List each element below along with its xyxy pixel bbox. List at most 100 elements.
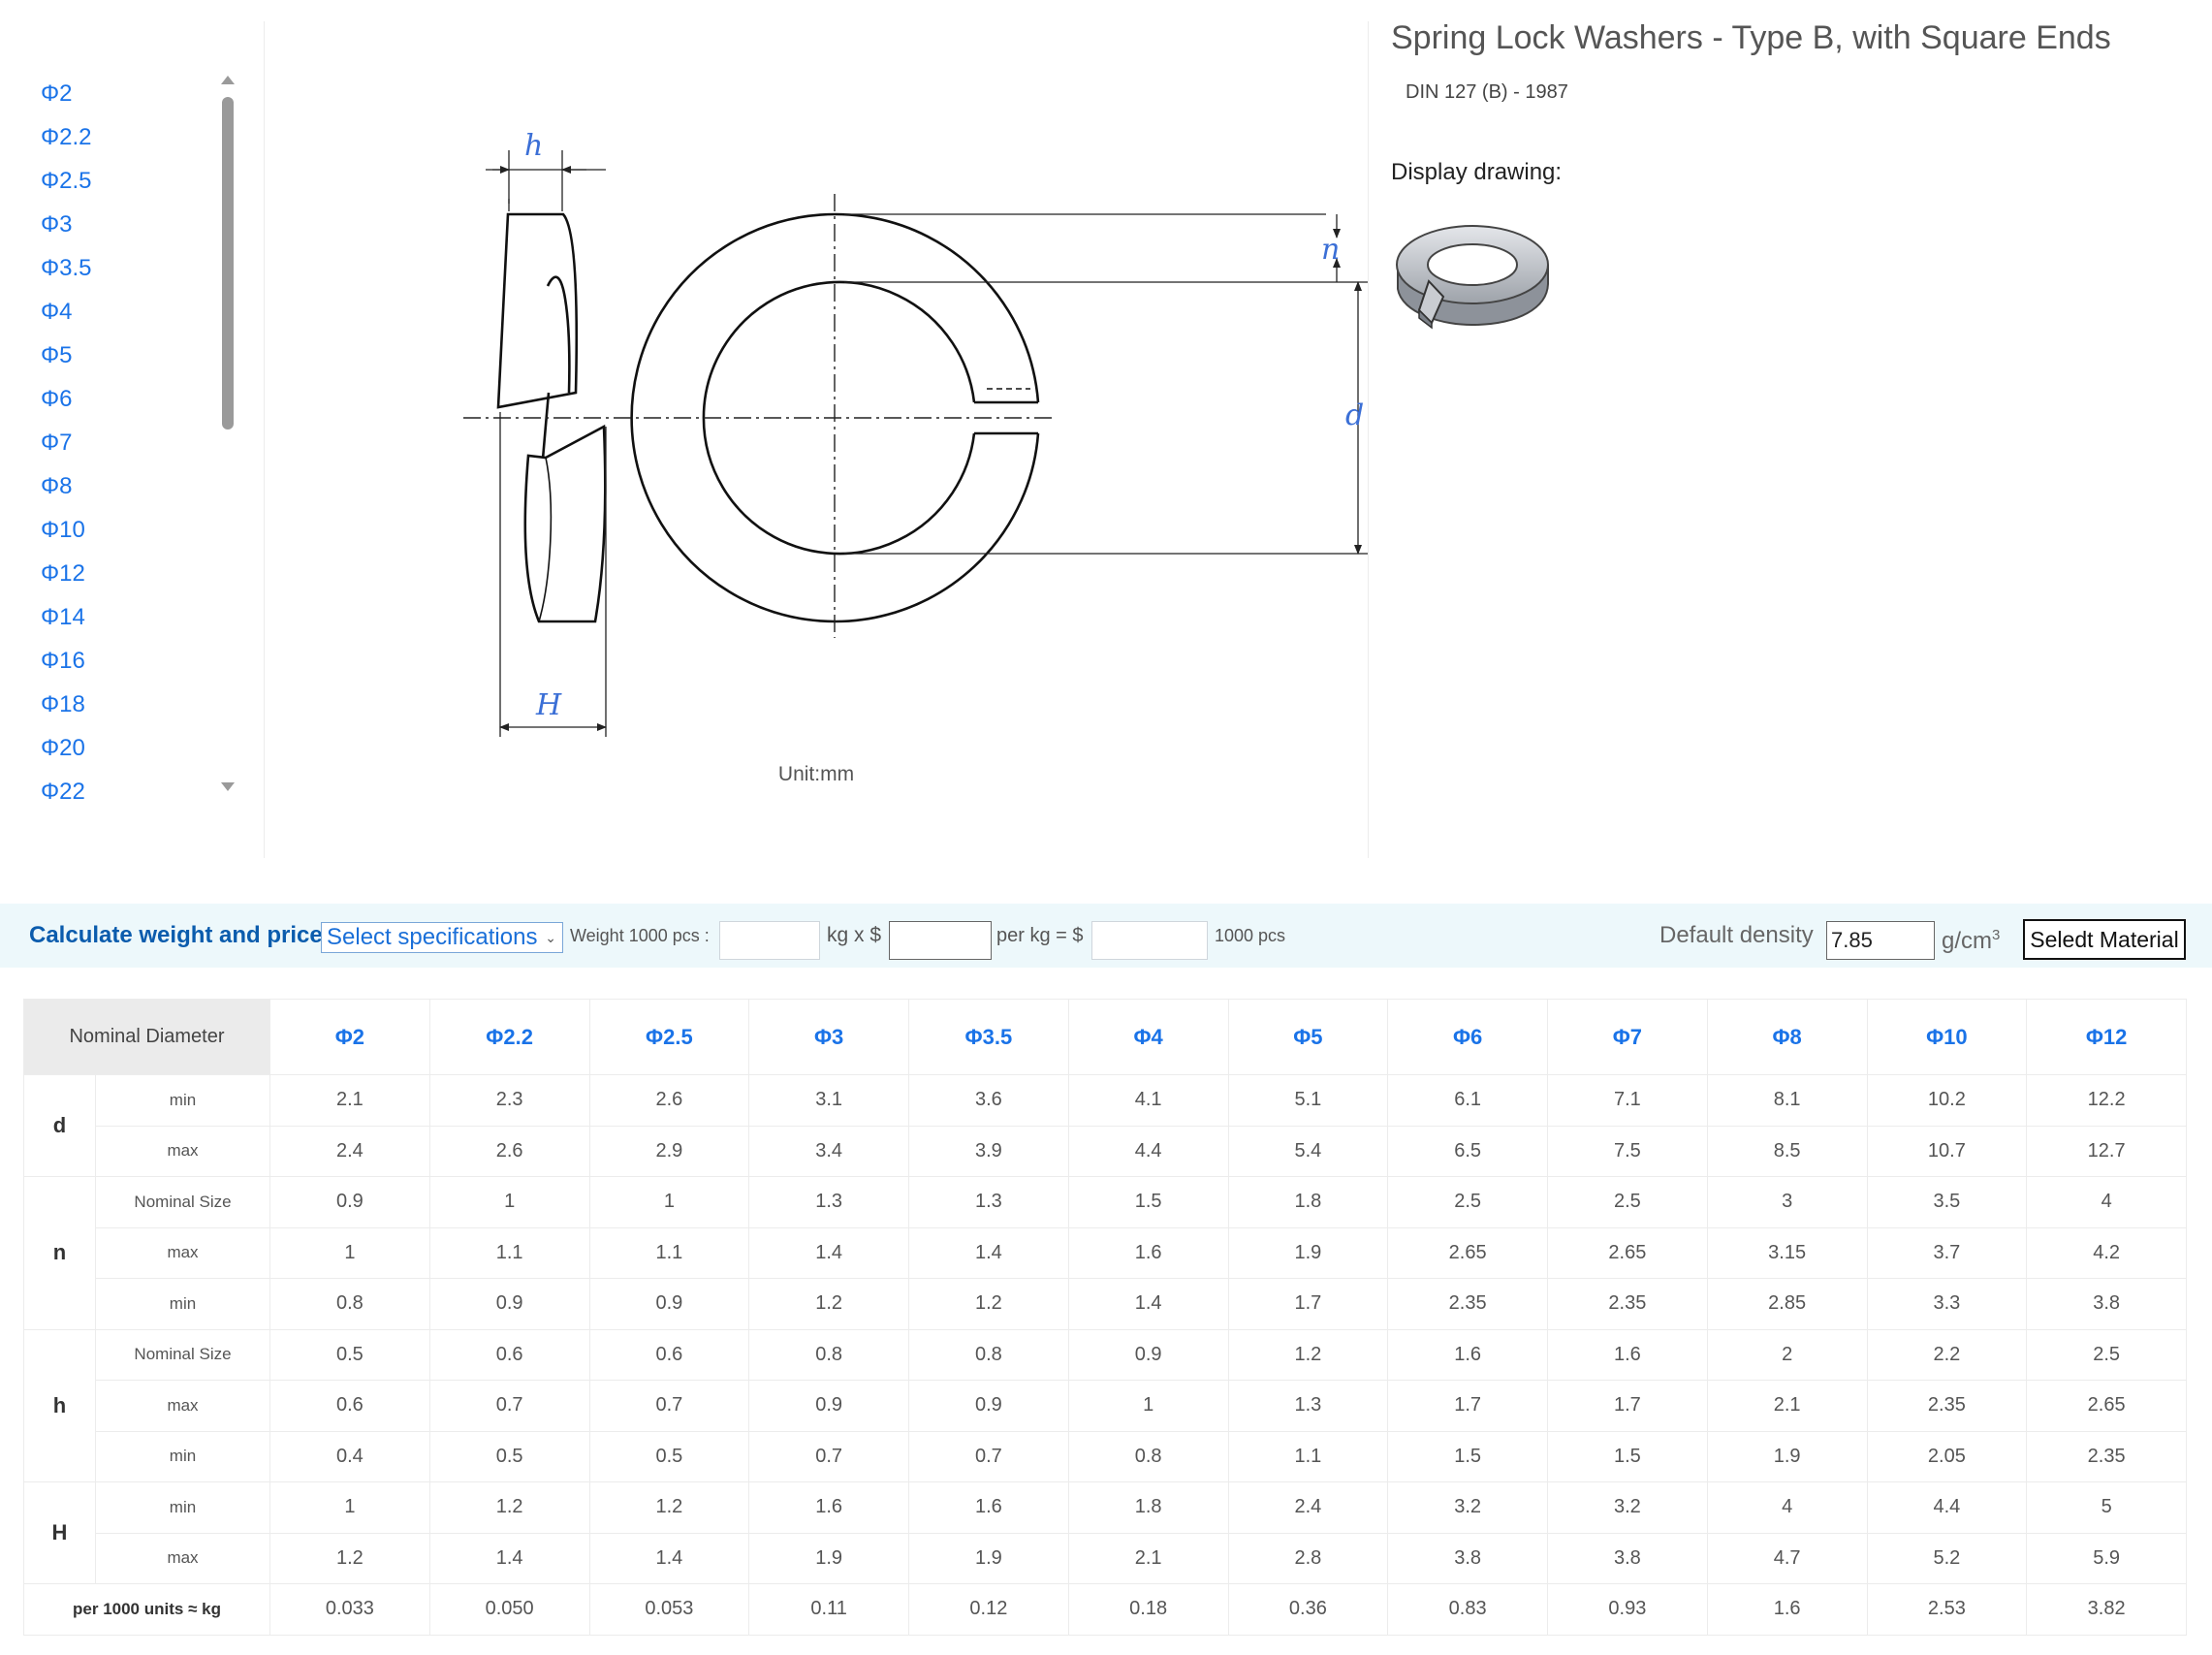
specification-select[interactable]: Select specifications ⌄ — [321, 922, 563, 953]
table-cell: 5.1 — [1227, 1074, 1389, 1127]
table-cell: 1.6 — [1547, 1328, 1708, 1381]
column-header[interactable]: Φ2 — [269, 999, 430, 1075]
size-list-item[interactable]: Φ7 — [0, 421, 213, 464]
table-cell: 0.8 — [1067, 1430, 1229, 1482]
size-list-item[interactable]: Φ18 — [0, 683, 213, 726]
size-list-item[interactable]: Φ22 — [0, 770, 213, 805]
weight-input[interactable] — [719, 921, 820, 960]
table-cell: 2.35 — [2026, 1430, 2187, 1482]
table-cell: 2 — [1706, 1328, 1868, 1381]
table-cell: 1.4 — [428, 1532, 590, 1584]
per-kg-label: per kg = $ — [996, 925, 1084, 946]
scrollbar-thumb[interactable] — [222, 97, 234, 430]
table-cell: 1.2 — [748, 1278, 909, 1330]
column-header[interactable]: Φ3 — [748, 999, 909, 1075]
table-cell: 1.6 — [908, 1481, 1069, 1534]
column-header[interactable]: Φ7 — [1547, 999, 1708, 1075]
drawing-panel: h n d H Unit:mm — [265, 0, 1368, 858]
table-row: h Nominal Size 0.5 0.6 0.6 0.8 0.8 0.9 1.2 1.6 1.6… — [23, 1328, 2187, 1482]
table-cell: 1.4 — [588, 1532, 750, 1584]
dimension-h-label: h — [524, 129, 543, 163]
size-list-item[interactable]: Φ5 — [0, 334, 213, 377]
column-header[interactable]: Φ12 — [2026, 999, 2187, 1075]
table-cell: 0.7 — [908, 1430, 1069, 1482]
table-cell: 0.033 — [269, 1583, 430, 1636]
table-row: max 1.2 1.4 1.4 1.9 1.9 2.1 2.8 3.8 3.8 4.7 5.2 5.9 — [24, 1532, 2187, 1584]
table-row: max 2.4 2.6 2.9 3.4 3.9 4.4 5.4 6.5 7.5 8.5 10.7 12.… — [24, 1125, 2187, 1177]
size-list-item[interactable]: Φ14 — [0, 595, 213, 639]
table-header-row: Nominal Diameter Φ2 Φ2.2 Φ2.5 Φ3 Φ3.5 Φ4 Φ5 Φ6 Φ… — [23, 999, 2187, 1075]
table-cell: 3.8 — [1387, 1532, 1548, 1584]
table-cell: 3.8 — [2026, 1278, 2187, 1330]
size-list-item[interactable]: Φ12 — [0, 552, 213, 595]
table-cell: 0.050 — [428, 1583, 590, 1636]
size-list-item[interactable]: Φ8 — [0, 464, 213, 508]
table-cell: 7.5 — [1547, 1125, 1708, 1177]
table-cell: 1.2 — [1227, 1328, 1389, 1381]
table-cell: 0.8 — [748, 1328, 909, 1381]
size-list-item[interactable]: Φ20 — [0, 726, 213, 770]
table-row: min 0.8 0.9 0.9 1.2 1.2 1.4 1.7 2.35 2.35 2.85 3.3 3… — [24, 1278, 2187, 1330]
size-list-item[interactable]: Φ3.5 — [0, 246, 213, 290]
column-header[interactable]: Φ8 — [1706, 999, 1868, 1075]
column-header[interactable]: Φ10 — [1866, 999, 2028, 1075]
column-header[interactable]: Φ4 — [1067, 999, 1229, 1075]
column-header[interactable]: Φ2.2 — [428, 999, 590, 1075]
size-list-item[interactable]: Φ16 — [0, 639, 213, 683]
size-list-item[interactable]: Φ2.2 — [0, 115, 213, 159]
parameter-group-label: H — [23, 1481, 96, 1584]
parameter-group-label: h — [23, 1328, 96, 1482]
table-cell: 1.6 — [1387, 1328, 1548, 1381]
size-list-item[interactable]: Φ2.5 — [0, 159, 213, 203]
table-cell: 1.2 — [428, 1481, 590, 1534]
table-cell: 1.4 — [908, 1226, 1069, 1279]
column-header[interactable]: Φ6 — [1387, 999, 1548, 1075]
table-cell: 3.5 — [1866, 1176, 2028, 1228]
row-label: max — [95, 1380, 270, 1432]
table-cell: 0.9 — [1067, 1328, 1229, 1381]
table-cell: 3.2 — [1547, 1481, 1708, 1534]
column-header[interactable]: Φ2.5 — [588, 999, 750, 1075]
table-cell: 1.1 — [428, 1226, 590, 1279]
total-price-output[interactable] — [1091, 921, 1208, 960]
table-cell: 2.9 — [588, 1125, 750, 1177]
density-input[interactable]: 7.85 — [1826, 921, 1935, 960]
size-list-item[interactable]: Φ10 — [0, 508, 213, 552]
size-list-item[interactable]: Φ2 — [0, 72, 213, 115]
price-per-kg-input[interactable] — [889, 921, 992, 960]
table-cell: 0.9 — [748, 1380, 909, 1432]
table-row: min 0.4 0.5 0.5 0.7 0.7 0.8 1.1 1.5 1.5 1.9 2.05 2.3… — [24, 1430, 2187, 1482]
table-cell: 2.5 — [1387, 1176, 1548, 1228]
table-cell: 1 — [269, 1481, 430, 1534]
table-cell: 3.1 — [748, 1074, 909, 1127]
table-cell: 1.2 — [269, 1532, 430, 1584]
scroll-down-arrow-icon[interactable] — [221, 782, 235, 791]
table-cell: 0.5 — [428, 1430, 590, 1482]
table-cell: 5.2 — [1866, 1532, 2028, 1584]
table-cell: 4.7 — [1706, 1532, 1868, 1584]
standard-label: DIN 127 (B) - 1987 — [1406, 81, 1568, 103]
weight-row-label: per 1000 units ≈ kg — [23, 1583, 270, 1636]
row-label: min — [95, 1430, 270, 1482]
select-material-button[interactable]: Seledt Material — [2023, 919, 2186, 960]
density-label: Default density — [1659, 922, 1814, 948]
kg-price-label: kg x $ — [827, 924, 882, 946]
table-cell: 12.2 — [2026, 1074, 2187, 1127]
size-list-item[interactable]: Φ3 — [0, 203, 213, 246]
row-label: min — [95, 1278, 270, 1330]
washer-3d-image — [1396, 225, 1549, 330]
table-cell: 4.1 — [1067, 1074, 1229, 1127]
table-cell: 1.8 — [1067, 1481, 1229, 1534]
table-cell: 0.11 — [748, 1583, 909, 1636]
table-cell: 1.7 — [1547, 1380, 1708, 1432]
table-cell: 0.4 — [269, 1430, 430, 1482]
scroll-up-arrow-icon[interactable] — [221, 76, 235, 84]
column-header[interactable]: Φ3.5 — [908, 999, 1069, 1075]
table-cell: 2.1 — [269, 1074, 430, 1127]
column-header[interactable]: Φ5 — [1227, 999, 1389, 1075]
table-cell: 2.35 — [1387, 1278, 1548, 1330]
table-cell: 3.9 — [908, 1125, 1069, 1177]
size-list-item[interactable]: Φ6 — [0, 377, 213, 421]
size-list-item[interactable]: Φ4 — [0, 290, 213, 334]
table-cell: 2.8 — [1227, 1532, 1389, 1584]
